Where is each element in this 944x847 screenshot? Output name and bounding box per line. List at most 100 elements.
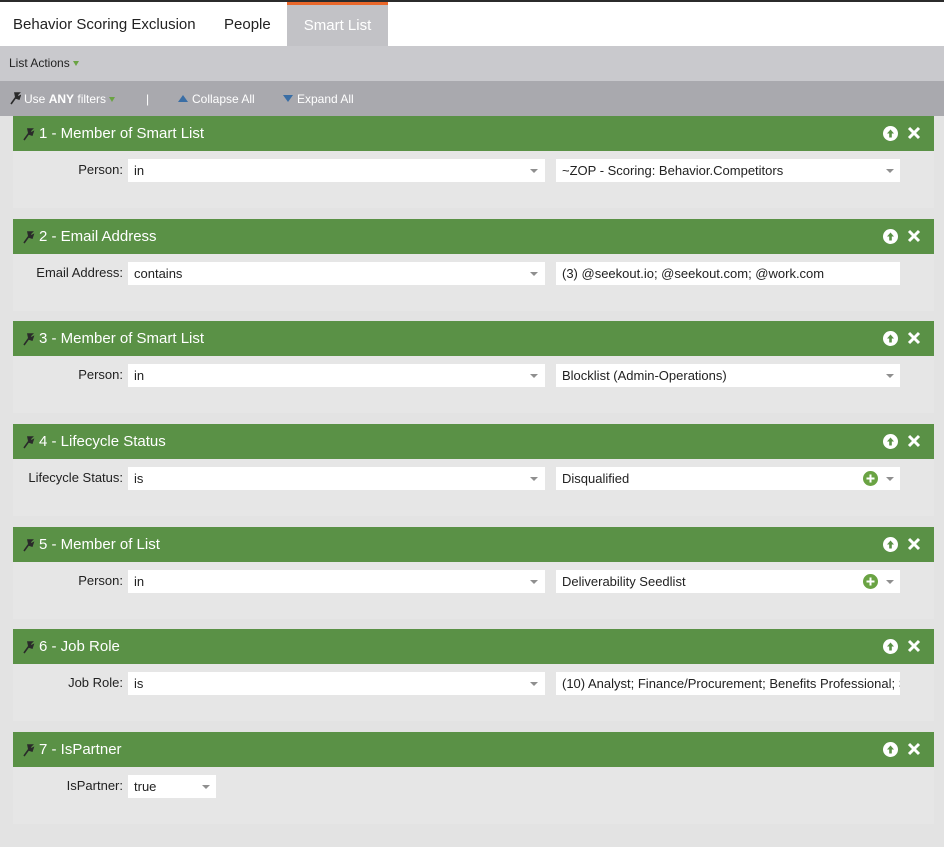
filter-body: Person: in ~ZOP - Scoring: Behavior.Comp… (13, 151, 934, 208)
close-icon[interactable] (907, 638, 921, 654)
chevron-down-icon (530, 374, 538, 378)
list-actions-label: List Actions (9, 56, 70, 70)
collapse-all-button[interactable]: Collapse All (178, 92, 255, 106)
filter-title: 2 - Email Address (39, 228, 157, 245)
value-input[interactable]: (3) @seekout.io; @seekout.com; @work.com (556, 262, 900, 285)
filter-label: Person: (78, 367, 123, 382)
value-text: ~ZOP - Scoring: Behavior.Competitors (562, 163, 784, 178)
filter-title: 5 - Member of List (39, 536, 160, 553)
move-up-icon[interactable] (883, 229, 898, 244)
filter-header[interactable]: 5 - Member of List (13, 527, 934, 562)
expand-all-button[interactable]: Expand All (283, 92, 354, 106)
chevron-down-icon (886, 580, 894, 584)
filter-title: 4 - Lifecycle Status (39, 433, 166, 450)
operator-select[interactable]: true (128, 775, 216, 798)
operator-value: contains (134, 266, 183, 281)
close-icon[interactable] (907, 330, 921, 346)
operator-select[interactable]: contains (128, 262, 545, 285)
value-select[interactable]: Disqualified (556, 467, 900, 490)
value-text: (3) @seekout.io; @seekout.com; @work.com (562, 266, 825, 281)
move-up-icon[interactable] (883, 537, 898, 552)
operator-select[interactable]: in (128, 159, 545, 182)
operator-select[interactable]: is (128, 672, 545, 695)
operator-select[interactable]: in (128, 570, 545, 593)
tab-behavior-scoring-exclusion[interactable]: Behavior Scoring Exclusion (13, 2, 196, 46)
operator-value: is (134, 471, 144, 486)
wrench-icon[interactable] (22, 435, 35, 449)
filter-header[interactable]: 7 - IsPartner (13, 732, 934, 767)
tab-bar: Behavior Scoring Exclusion People Smart … (0, 0, 944, 46)
chevron-down-icon (530, 477, 538, 481)
chevron-down-icon (530, 682, 538, 686)
collapse-arrow-icon (178, 95, 188, 102)
value-select[interactable]: Deliverability Seedlist (556, 570, 900, 593)
filter-header[interactable]: 4 - Lifecycle Status (13, 424, 934, 459)
chevron-down-icon (72, 61, 79, 67)
move-up-icon[interactable] (883, 639, 898, 654)
operator-value: in (134, 368, 145, 383)
filter-body: Person: in Deliverability Seedlist (13, 562, 934, 619)
filter-body: Email Address: contains (3) @seekout.io;… (13, 254, 934, 311)
tab-smart-list[interactable]: Smart List (287, 2, 388, 46)
value-text: (10) Analyst; Finance/Procurement; Benef… (562, 676, 900, 691)
separator: | (146, 92, 150, 106)
expand-all-label: Expand All (297, 92, 354, 106)
filter-label: Email Address: (36, 265, 123, 280)
filter-label: Job Role: (68, 675, 123, 690)
filter-title: 1 - Member of Smart List (39, 125, 205, 142)
chevron-down-icon (886, 477, 894, 481)
filter-title: 7 - IsPartner (39, 741, 122, 758)
filter-header[interactable]: 2 - Email Address (13, 219, 934, 254)
filter-body: Person: in Blocklist (Admin-Operations) (13, 356, 934, 413)
wrench-icon[interactable] (22, 538, 35, 552)
wrench-icon[interactable] (22, 332, 35, 346)
chevron-down-icon (109, 97, 116, 103)
filter-body: Job Role: is (10) Analyst; Finance/Procu… (13, 664, 934, 721)
operator-select[interactable]: in (128, 364, 545, 387)
move-up-icon[interactable] (883, 434, 898, 449)
close-icon[interactable] (907, 228, 921, 244)
move-up-icon[interactable] (883, 331, 898, 346)
add-value-icon[interactable] (863, 574, 878, 589)
chevron-down-icon (886, 374, 894, 378)
move-up-icon[interactable] (883, 742, 898, 757)
wrench-icon (10, 92, 21, 105)
value-text: Disqualified (562, 471, 630, 486)
wrench-icon[interactable] (22, 127, 35, 141)
filter-label: Lifecycle Status: (28, 470, 123, 485)
close-icon[interactable] (907, 536, 921, 552)
filter-body: IsPartner: true (13, 767, 934, 824)
chevron-down-icon (886, 169, 894, 173)
value-input[interactable]: (10) Analyst; Finance/Procurement; Benef… (556, 672, 900, 695)
filter-label: Person: (78, 573, 123, 588)
close-icon[interactable] (907, 433, 921, 449)
list-actions-menu[interactable]: List Actions (9, 56, 79, 70)
move-up-icon[interactable] (883, 126, 898, 141)
filter-header[interactable]: 6 - Job Role (13, 629, 934, 664)
tab-people[interactable]: People (224, 2, 271, 46)
filter-label: IsPartner: (66, 778, 123, 793)
operator-select[interactable]: is (128, 467, 545, 490)
wrench-icon[interactable] (22, 743, 35, 757)
use-any-filters-dropdown[interactable]: Use ANY filters (24, 92, 116, 106)
add-value-icon[interactable] (863, 471, 878, 486)
close-icon[interactable] (907, 741, 921, 757)
value-text: Deliverability Seedlist (562, 574, 686, 589)
filter-title: 3 - Member of Smart List (39, 330, 205, 347)
close-icon[interactable] (907, 125, 921, 141)
filter-title: 6 - Job Role (39, 638, 120, 655)
value-text: Blocklist (Admin-Operations) (562, 368, 727, 383)
filter-header[interactable]: 1 - Member of Smart List (13, 116, 934, 151)
value-select[interactable]: ~ZOP - Scoring: Behavior.Competitors (556, 159, 900, 182)
filter-header[interactable]: 3 - Member of Smart List (13, 321, 934, 356)
operator-value: in (134, 163, 145, 178)
value-select[interactable]: Blocklist (Admin-Operations) (556, 364, 900, 387)
use-suffix: filters (77, 92, 107, 106)
collapse-all-label: Collapse All (192, 92, 255, 106)
use-prefix: Use (24, 92, 46, 106)
wrench-icon[interactable] (22, 640, 35, 654)
filter-label: Person: (78, 162, 123, 177)
expand-arrow-icon (283, 95, 293, 102)
wrench-icon[interactable] (22, 230, 35, 244)
operator-value: in (134, 574, 145, 589)
